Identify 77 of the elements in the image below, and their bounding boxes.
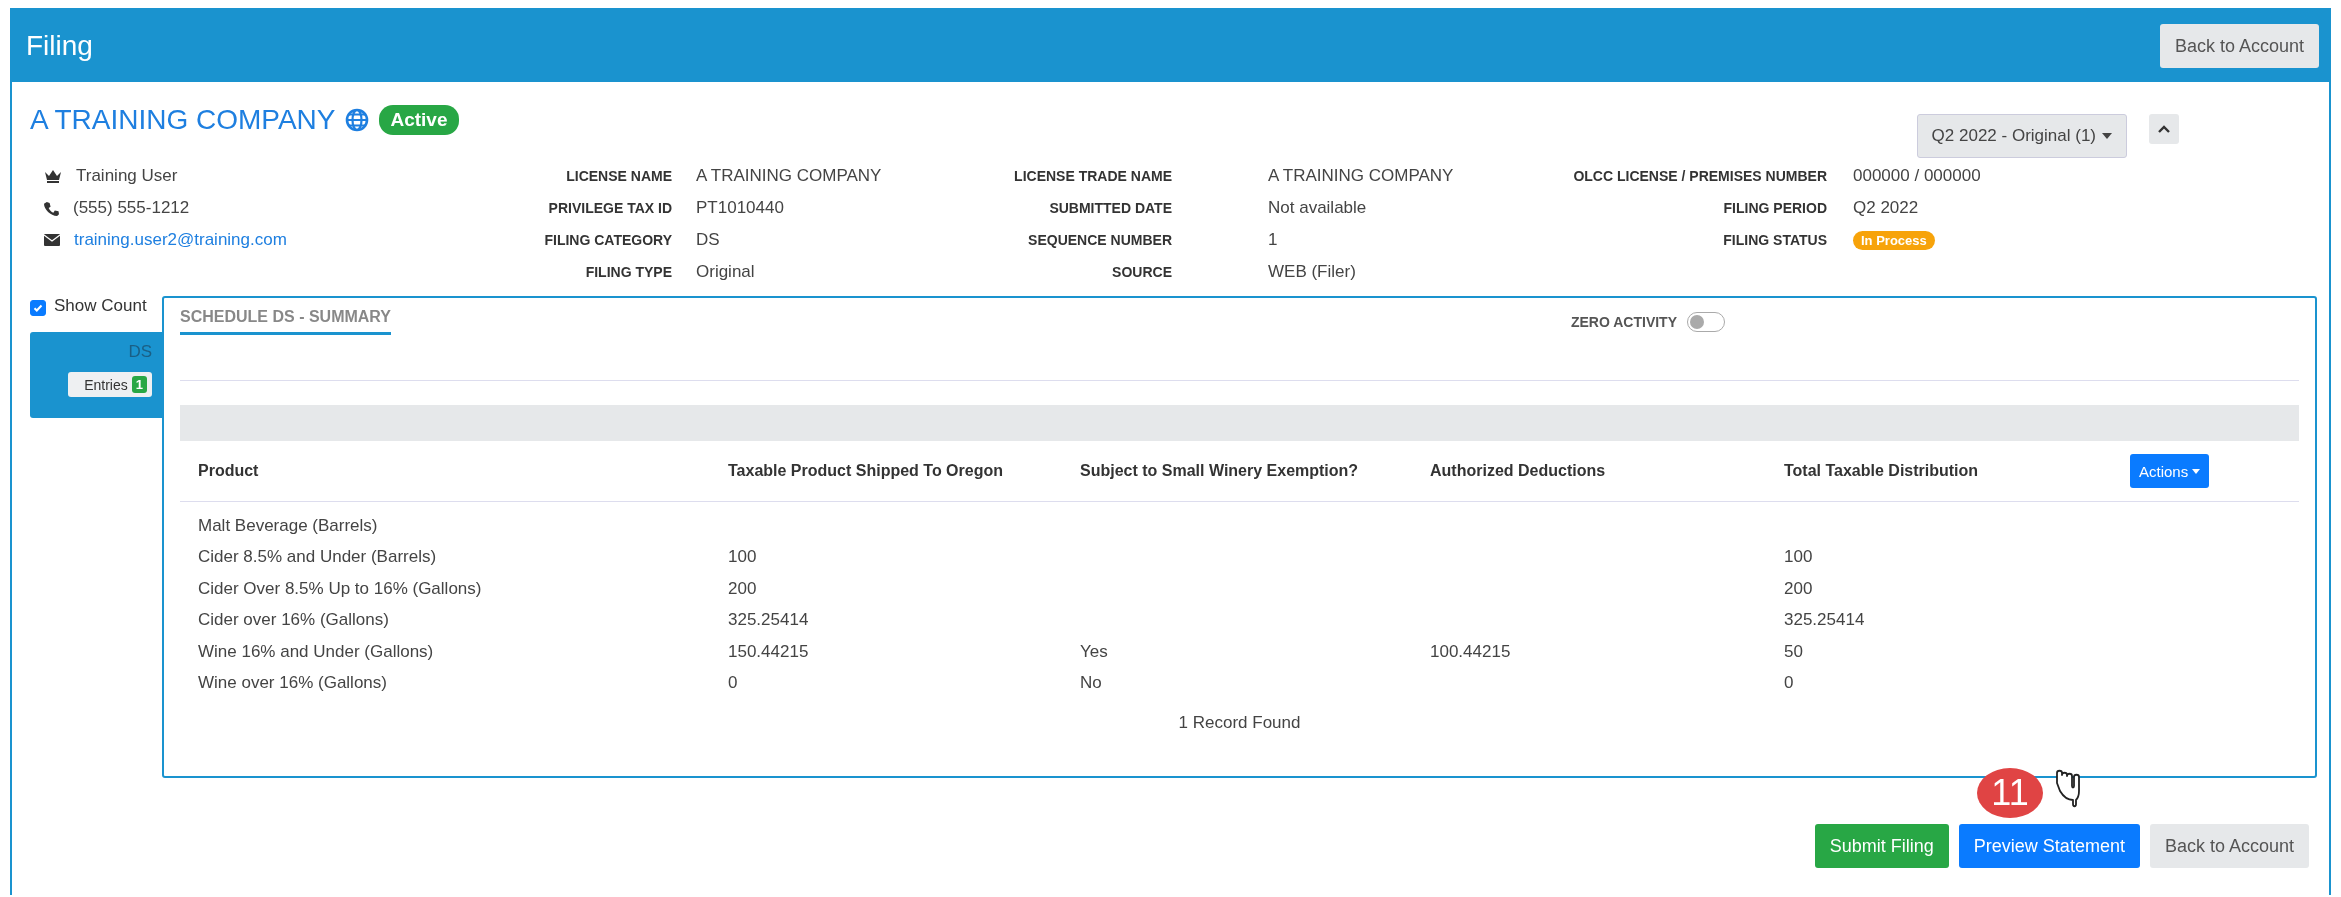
footer-button[interactable]: Back to Account xyxy=(2149,824,2309,868)
footer-button[interactable]: Submit Filing xyxy=(1814,824,1949,868)
field-value: PT1010440 xyxy=(696,198,784,217)
table-cell: 325.25414 xyxy=(1784,610,1865,630)
table-cell: Wine 16% and Under (Gallons) xyxy=(198,641,434,661)
table-cell: No xyxy=(1080,673,1102,693)
field-value: Original xyxy=(696,262,755,281)
back-to-account-button[interactable]: Back to Account xyxy=(2159,24,2319,68)
footer-button[interactable]: Preview Statement xyxy=(1958,824,2140,868)
entries-label: Entries xyxy=(84,376,128,393)
email-link[interactable]: training.user2@training.com xyxy=(74,230,287,250)
field-label: FILING PERIOD xyxy=(1722,200,1827,216)
table-cell: 200 xyxy=(1784,578,1813,598)
field-value: DS xyxy=(696,230,720,249)
table-cell: 50 xyxy=(1784,641,1803,661)
table-cell: 325.25414 xyxy=(728,610,809,630)
toggle-label: ZERO ACTIVITY xyxy=(1570,314,1677,330)
field-value: A TRAINING COMPANY xyxy=(696,166,882,185)
field-label: SEQUENCE NUMBER xyxy=(1027,232,1172,248)
field-label: FILING STATUS xyxy=(1722,232,1827,248)
period-dropdown[interactable]: Q2 2022 - Original (1) xyxy=(1916,114,2127,158)
caret-icon xyxy=(2192,468,2201,474)
actions-button[interactable]: Actions xyxy=(2130,454,2210,488)
schedule-tab[interactable]: DS Entries 1 xyxy=(30,332,162,418)
checkbox-label: Show Count xyxy=(54,296,147,316)
status-badge: In Process xyxy=(1853,231,1935,250)
column-header: Total Taxable Distribution xyxy=(1784,462,1980,480)
table-cell: 0 xyxy=(728,673,738,693)
field-value: Not available xyxy=(1268,198,1367,217)
field-label: LICENSE NAME xyxy=(565,168,672,184)
field-value: 1 xyxy=(1268,230,1278,249)
table-cell: 200 xyxy=(728,578,757,598)
table-cell: 150.44215 xyxy=(728,641,809,661)
collapse-button[interactable] xyxy=(2149,114,2179,144)
column-header: Authorized Deductions xyxy=(1430,462,1607,480)
table-cell: 100.44215 xyxy=(1430,641,1511,661)
table-cell: Cider 8.5% and Under (Barrels) xyxy=(198,547,437,567)
crown-icon xyxy=(44,169,62,183)
step-badge: 11 xyxy=(1977,768,2043,818)
column-header: Subject to Small Winery Exemption? xyxy=(1080,462,1360,480)
table-cell: 0 xyxy=(1784,673,1794,693)
field-value: WEB (Filer) xyxy=(1268,262,1356,281)
contact-text: Training User xyxy=(76,166,178,186)
field-label: LICENSE TRADE NAME xyxy=(1013,168,1172,184)
caret-icon xyxy=(2102,133,2112,139)
table-cell: Yes xyxy=(1080,641,1108,661)
count-badge: 1 xyxy=(131,376,147,393)
page-title: Filing xyxy=(26,30,93,62)
table-cell: Cider Over 8.5% Up to 16% (Gallons) xyxy=(198,578,482,598)
table-cell: 100 xyxy=(728,547,757,567)
column-header: Product xyxy=(198,462,260,480)
field-label: PRIVILEGE TAX ID xyxy=(547,200,672,216)
column-header: Taxable Product Shipped To Oregon xyxy=(728,462,1004,480)
table-cell: Cider over 16% (Gallons) xyxy=(198,610,389,630)
check-icon xyxy=(32,302,44,314)
field-value: 000000 / 000000 xyxy=(1853,166,1981,185)
envelope-icon xyxy=(44,234,60,246)
show-count-checkbox[interactable] xyxy=(30,300,46,316)
field-value: A TRAINING COMPANY xyxy=(1268,166,1454,185)
field-label: FILING TYPE xyxy=(584,264,672,280)
table-cell: 100 xyxy=(1784,547,1813,567)
table-cell: Malt Beverage (Barrels) xyxy=(198,515,378,535)
field-value: Q2 2022 xyxy=(1853,198,1919,217)
field-label: SOURCE xyxy=(1111,264,1172,280)
field-label: FILING CATEGORY xyxy=(543,232,672,248)
record-count: 1 Record Found xyxy=(1178,713,1301,732)
phone-icon xyxy=(44,200,59,216)
status-badge: Active xyxy=(379,105,459,135)
contact-text: (555) 555-1212 xyxy=(73,198,190,218)
field-label: SUBMITTED DATE xyxy=(1048,200,1172,216)
chevron-up-icon xyxy=(2158,125,2170,133)
schedule-name: DS xyxy=(128,342,152,362)
globe-icon xyxy=(345,108,370,132)
table-cell: Wine over 16% (Gallons) xyxy=(198,673,387,693)
section-tab[interactable]: SCHEDULE DS - SUMMARY xyxy=(180,298,391,335)
zero-activity-toggle[interactable] xyxy=(1687,312,1725,332)
company-name: A TRAINING COMPANY xyxy=(30,104,336,136)
